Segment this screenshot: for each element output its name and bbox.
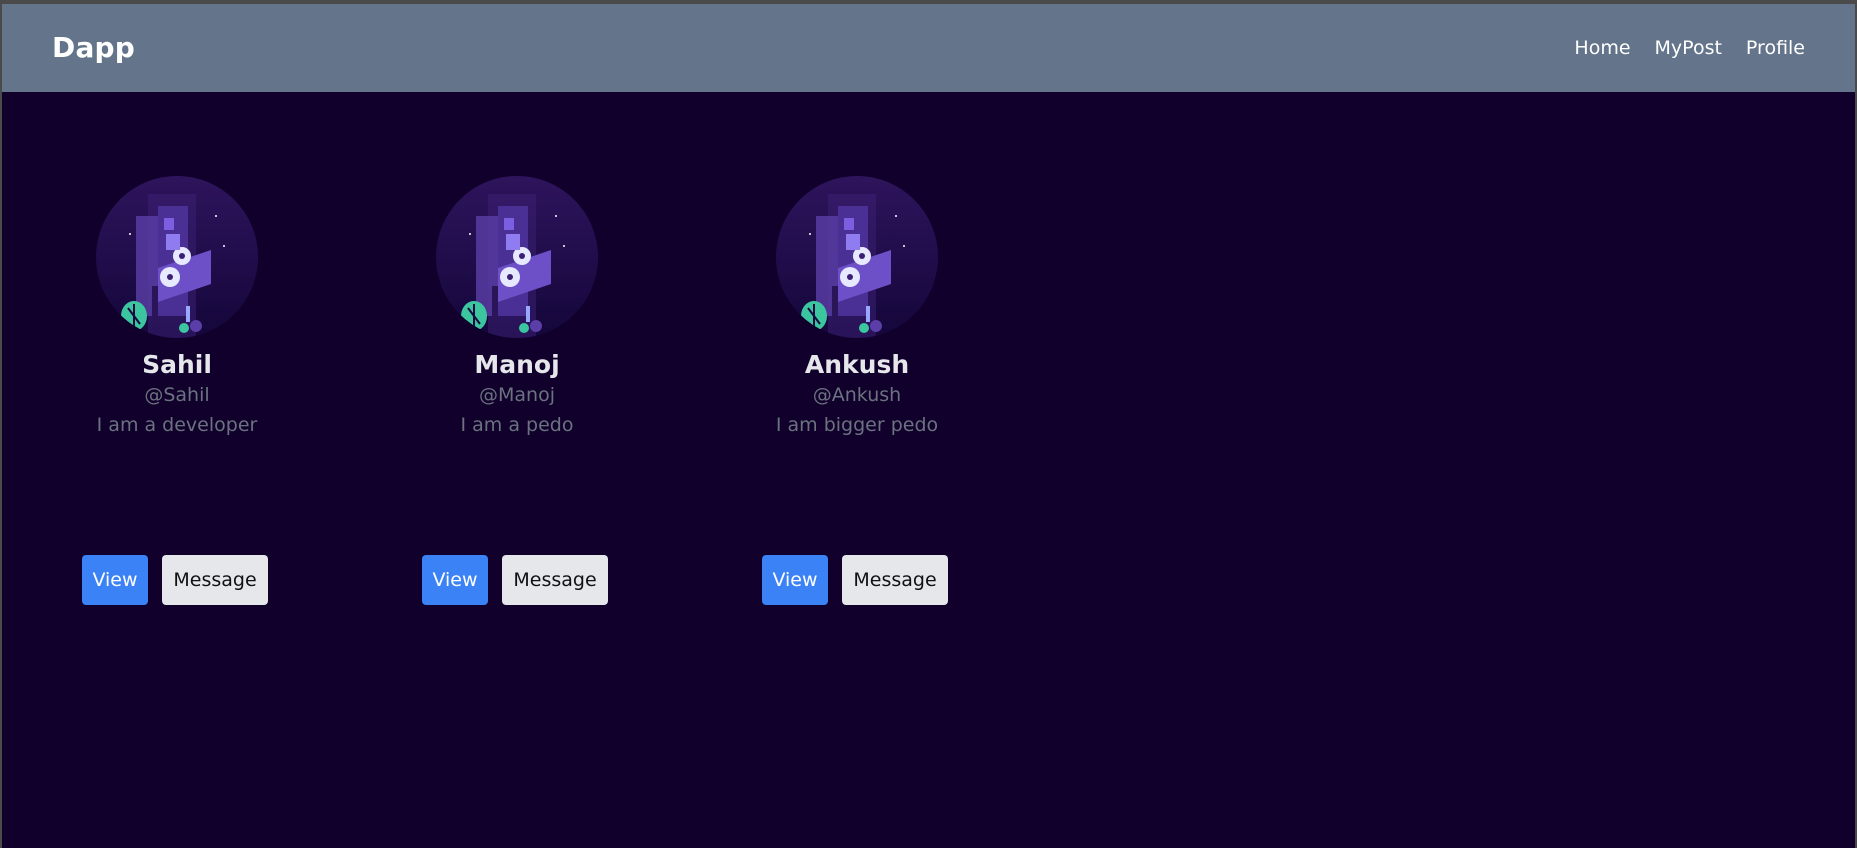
nav-link-profile[interactable]: Profile (1746, 36, 1805, 60)
user-name: Ankush (804, 350, 910, 379)
message-button[interactable]: Message (162, 555, 268, 605)
view-button[interactable]: View (422, 555, 488, 605)
user-bio: I am a developer (96, 414, 258, 436)
avatar (96, 176, 258, 338)
user-bio: I am bigger pedo (775, 414, 939, 436)
view-button[interactable]: View (762, 555, 828, 605)
avatar (776, 176, 938, 338)
nav-links: Home MyPost Profile (1574, 36, 1805, 60)
avatar-illustration-icon (436, 176, 598, 338)
user-name: Manoj (474, 350, 560, 379)
brand-logo[interactable]: Dapp (52, 30, 135, 66)
nav-link-home[interactable]: Home (1574, 36, 1630, 60)
user-bio: I am a pedo (460, 414, 574, 436)
view-button[interactable]: View (82, 555, 148, 605)
message-button[interactable]: Message (502, 555, 608, 605)
navbar: Dapp Home MyPost Profile (2, 4, 1855, 92)
user-handle: @Ankush (812, 384, 902, 406)
nav-link-mypost[interactable]: MyPost (1655, 36, 1722, 60)
avatar-illustration-icon (776, 176, 938, 338)
avatar-illustration-icon (96, 176, 258, 338)
user-handle: @Sahil (144, 384, 210, 406)
user-name: Sahil (142, 350, 212, 379)
avatar (436, 176, 598, 338)
user-handle: @Manoj (479, 384, 555, 406)
message-button[interactable]: Message (842, 555, 948, 605)
app-window: Dapp Home MyPost Profile Sahil @Sahil I … (2, 4, 1855, 848)
